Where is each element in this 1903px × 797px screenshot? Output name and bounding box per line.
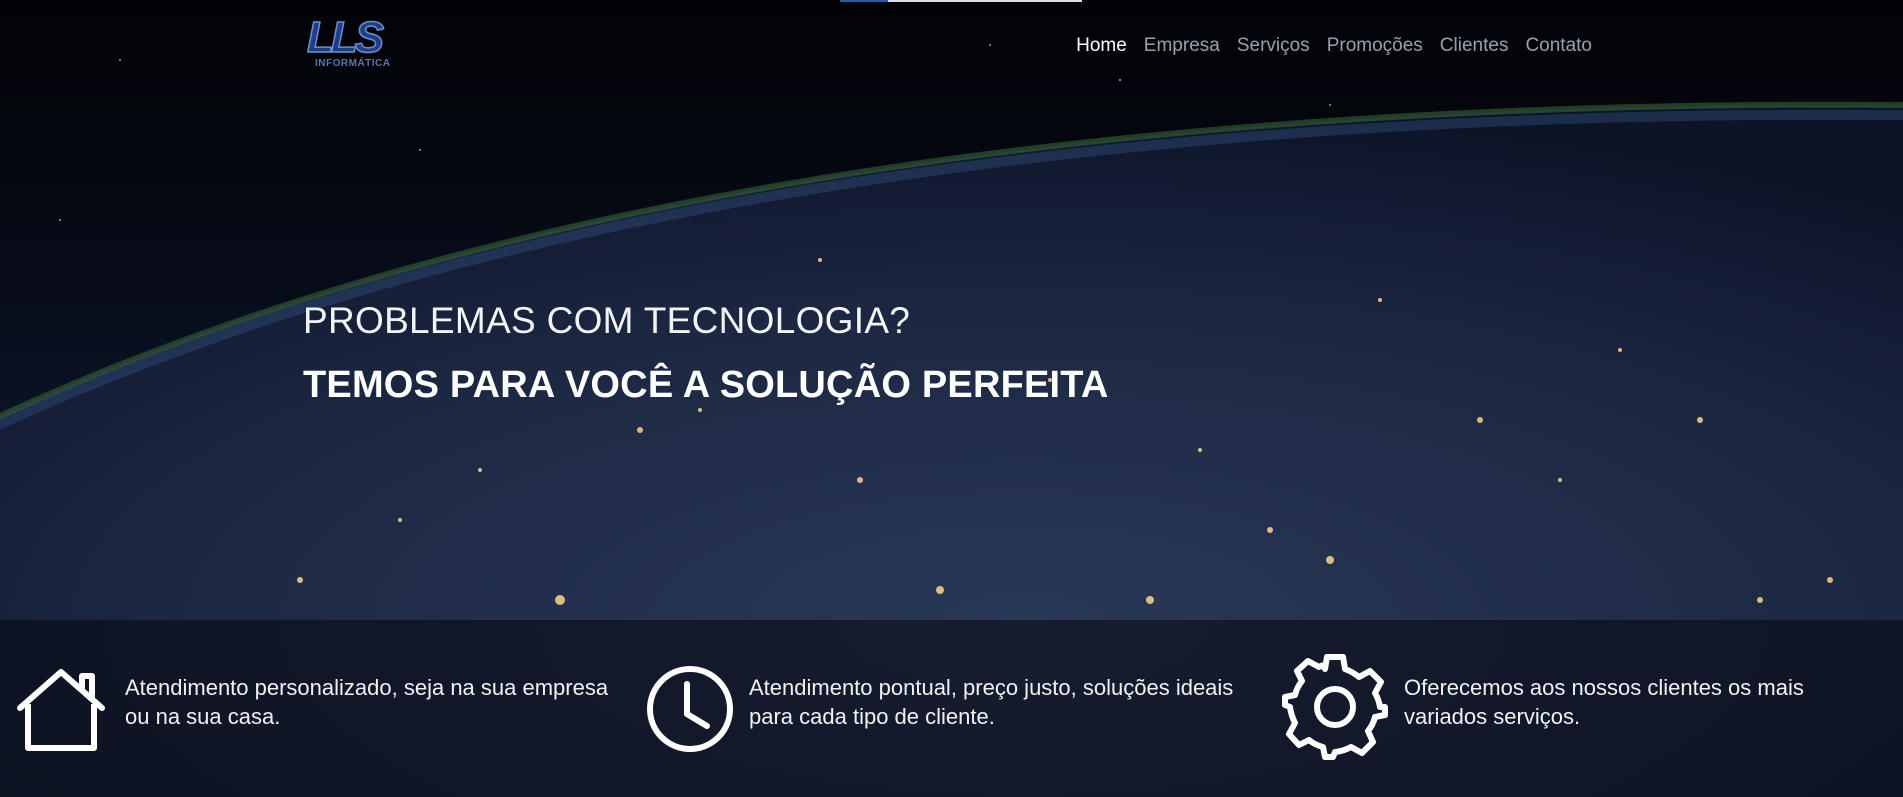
feature-line: Oferecemos aos nossos clientes os mais [1404, 675, 1804, 700]
nav-item-home[interactable]: Home [1076, 33, 1127, 59]
feature-line: ou na sua casa. [125, 704, 281, 729]
clock-icon [647, 666, 733, 752]
feature-item-services: Oferecemos aos nossos clientes os mais v… [1270, 620, 1903, 797]
hero-headline: PROBLEMAS COM TECNOLOGIA? [303, 300, 911, 341]
main-navigation: Home Empresa Serviços Promoções Clientes… [1076, 33, 1592, 59]
logo-mark: LLS [306, 13, 385, 62]
logo-subtitle: INFORMÁTICA [315, 58, 391, 69]
feature-line: variados serviços. [1404, 704, 1581, 729]
feature-line: Atendimento personalizado, seja na sua e… [125, 675, 609, 700]
feature-item-punctual: Atendimento pontual, preço justo, soluçõ… [630, 620, 1270, 797]
feature-item-personalized: Atendimento personalizado, seja na sua e… [0, 620, 630, 797]
feature-line: Atendimento pontual, preço justo, soluçõ… [749, 675, 1234, 700]
feature-text: Oferecemos aos nossos clientes os mais v… [1404, 673, 1903, 731]
nav-item-contato[interactable]: Contato [1525, 33, 1592, 59]
top-loading-bar [840, 0, 1082, 2]
features-bar: Atendimento personalizado, seja na sua e… [0, 620, 1903, 797]
feature-text: Atendimento personalizado, seja na sua e… [125, 673, 645, 731]
feature-line: para cada tipo de cliente. [749, 704, 995, 729]
gear-icon [1282, 654, 1388, 760]
house-icon [17, 669, 105, 751]
feature-text: Atendimento pontual, preço justo, soluçõ… [749, 673, 1269, 731]
nav-item-empresa[interactable]: Empresa [1144, 33, 1220, 59]
nav-item-promocoes[interactable]: Promoções [1327, 33, 1423, 59]
company-logo[interactable]: LLS INFORMÁTICA [305, 14, 397, 72]
nav-item-clientes[interactable]: Clientes [1440, 33, 1509, 59]
nav-item-servicos[interactable]: Serviços [1237, 33, 1310, 59]
hero-subheadline: TEMOS PARA VOCÊ A SOLUÇÃO PERFEITA [303, 364, 1109, 406]
